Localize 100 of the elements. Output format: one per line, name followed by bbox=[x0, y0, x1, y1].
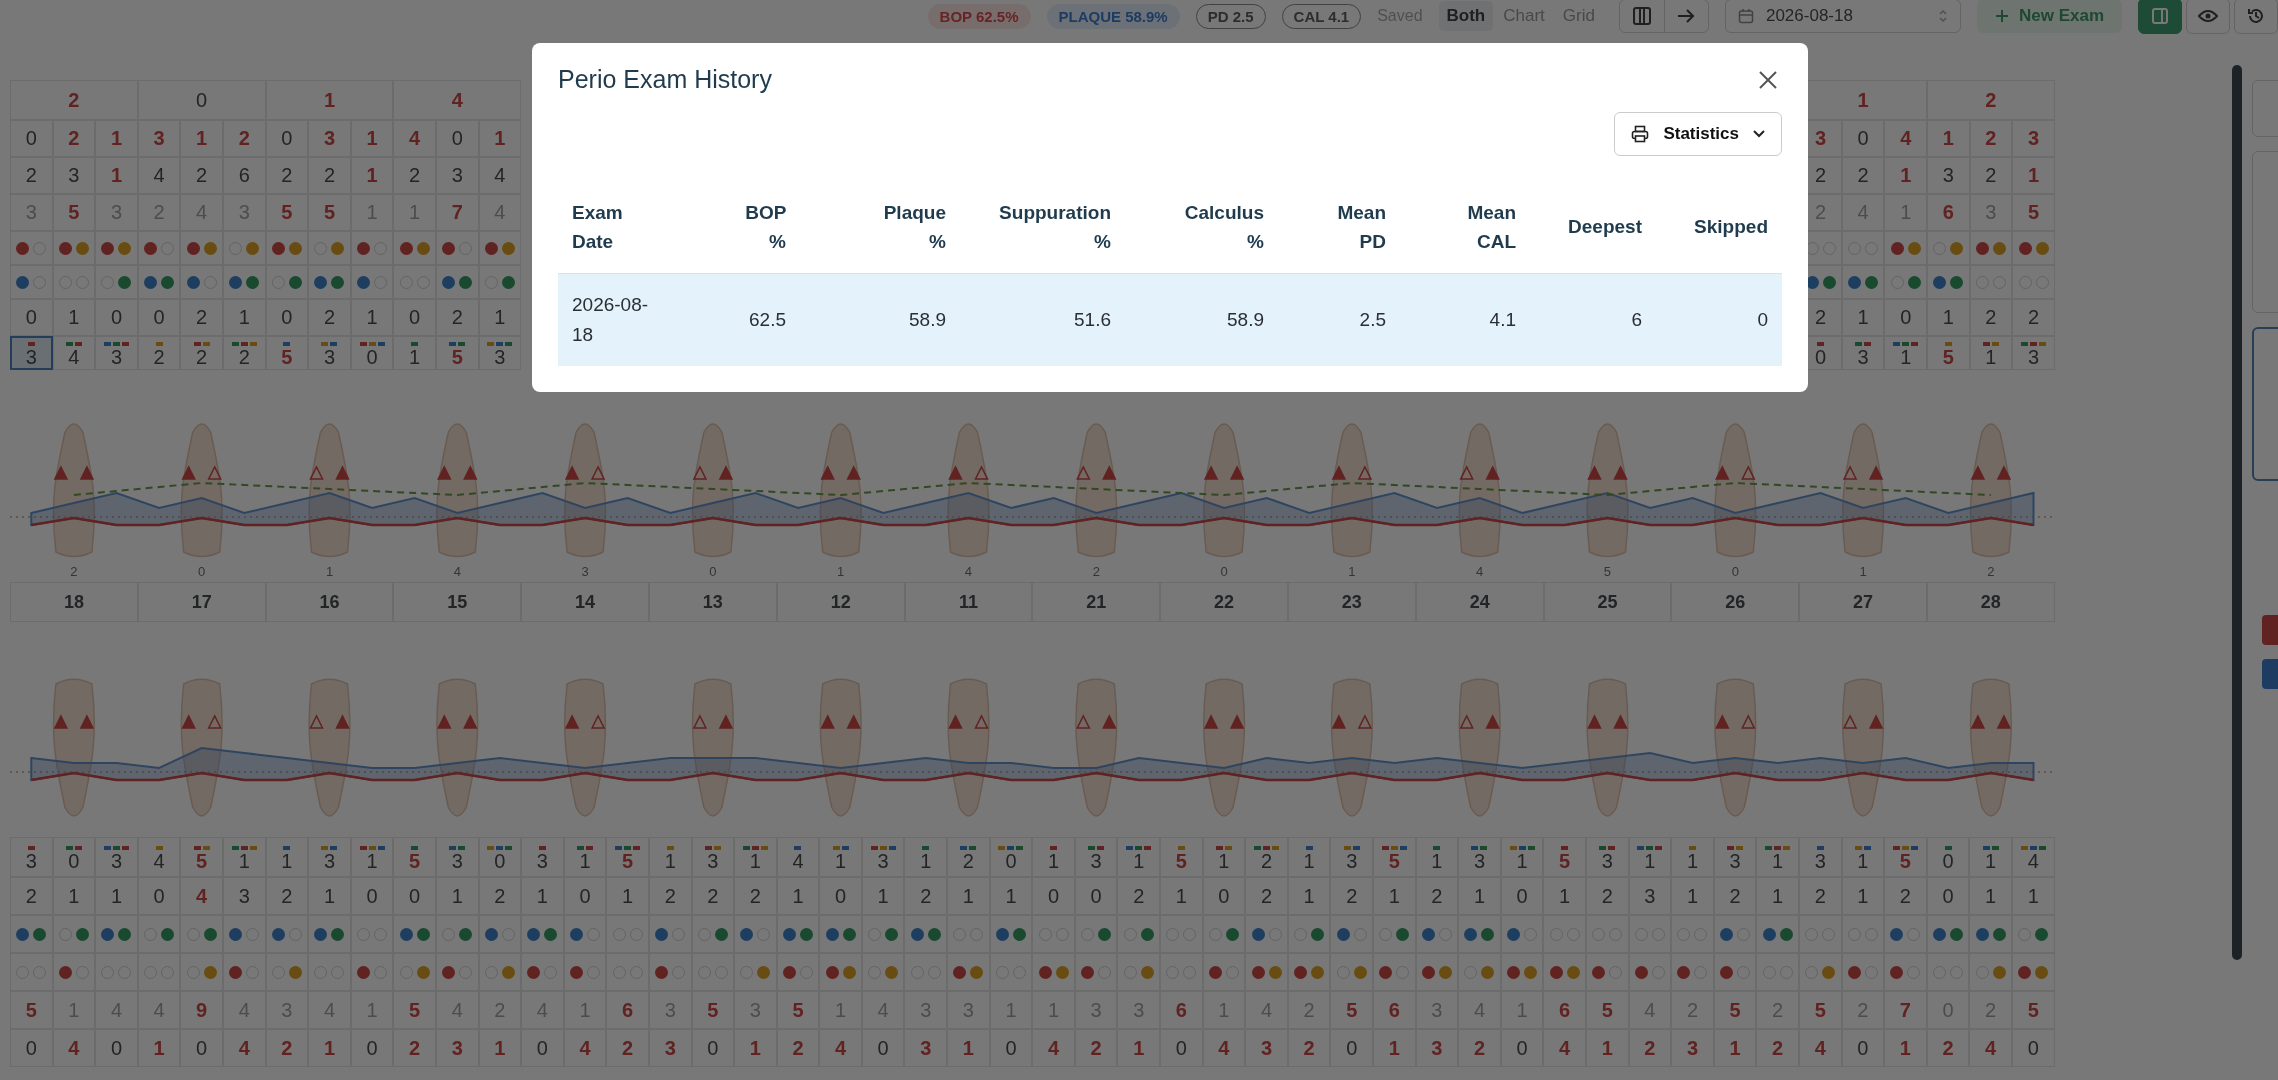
grid-cell[interactable]: 3 bbox=[1330, 837, 1373, 877]
calculus-dot[interactable] bbox=[1311, 927, 1325, 941]
grid-cell[interactable]: 3 bbox=[95, 336, 138, 370]
chart-value[interactable]: 2 bbox=[776, 1029, 820, 1067]
chart-value[interactable]: 5 bbox=[393, 991, 436, 1029]
grid-cell[interactable]: 5 bbox=[606, 837, 649, 877]
chart-value[interactable]: 0 bbox=[2011, 1029, 2055, 1067]
view-mode-tab[interactable]: Both bbox=[1438, 1, 1494, 31]
chart-value[interactable]: 6 bbox=[1543, 991, 1586, 1029]
side-tab[interactable] bbox=[2252, 327, 2278, 481]
chart-value[interactable]: 1 bbox=[1841, 299, 1885, 336]
bleeding-dot[interactable] bbox=[953, 965, 967, 979]
chart-value[interactable]: 2 bbox=[904, 877, 948, 915]
tooth-number[interactable]: 13 bbox=[649, 582, 777, 622]
grid-cell[interactable]: 1 bbox=[1415, 837, 1459, 877]
chart-value[interactable]: 1 bbox=[308, 877, 351, 915]
calculus-dot[interactable] bbox=[1907, 275, 1921, 289]
chart-value[interactable]: 1 bbox=[1671, 877, 1714, 915]
grid-cell[interactable]: 3 bbox=[95, 837, 138, 877]
chart-value[interactable]: 0 bbox=[1926, 877, 1970, 915]
grid-cell[interactable]: 1 bbox=[350, 837, 394, 877]
suppuration-dot[interactable] bbox=[1438, 965, 1452, 979]
chart-value[interactable]: 4 bbox=[137, 157, 181, 194]
chart-value[interactable]: 4 bbox=[563, 1029, 607, 1067]
chart-value[interactable]: 1 bbox=[2012, 157, 2055, 194]
chart-value[interactable]: 1 bbox=[1117, 1029, 1161, 1067]
grid-cell[interactable]: 2 bbox=[1245, 837, 1288, 877]
grid-cell[interactable]: 1 bbox=[265, 837, 309, 877]
suppuration-dot[interactable] bbox=[1907, 241, 1921, 255]
suppuration-dot[interactable] bbox=[1992, 965, 2006, 979]
calculus-dot[interactable] bbox=[416, 927, 430, 941]
bleeding-dot[interactable] bbox=[1549, 965, 1563, 979]
chart-value[interactable]: 2 bbox=[1330, 877, 1373, 915]
chart-value[interactable]: 1 bbox=[947, 1029, 990, 1067]
chart-value[interactable]: 0 bbox=[861, 1029, 905, 1067]
chart-value[interactable]: 5 bbox=[308, 194, 351, 231]
grid-cell[interactable]: 1 bbox=[1671, 837, 1714, 877]
chart-value[interactable]: 1 bbox=[1756, 877, 1799, 915]
chart-value[interactable]: 4 bbox=[180, 877, 223, 915]
grid-cell[interactable]: 1 bbox=[904, 837, 948, 877]
suppuration-dot[interactable] bbox=[1524, 965, 1538, 979]
plaque-dot[interactable] bbox=[1421, 927, 1435, 941]
chart-value[interactable]: 2 bbox=[1884, 877, 1927, 915]
chart-value[interactable]: 7 bbox=[1884, 991, 1927, 1029]
history-button[interactable] bbox=[2234, 0, 2278, 34]
chart-value[interactable]: 1 bbox=[2011, 877, 2055, 915]
chart-value[interactable]: 2 bbox=[648, 877, 692, 915]
suppuration-dot[interactable] bbox=[501, 241, 515, 255]
grid-cell[interactable]: 1 bbox=[648, 837, 692, 877]
chart-value[interactable]: 2 bbox=[1074, 1029, 1118, 1067]
chart-value[interactable]: 2 bbox=[1628, 1029, 1672, 1067]
grid-cell[interactable]: 3 bbox=[1798, 837, 1842, 877]
plaque-dot[interactable] bbox=[570, 927, 583, 941]
chart-value[interactable]: 2 bbox=[10, 157, 53, 194]
chart-value[interactable]: 1 bbox=[1373, 1029, 1416, 1067]
chart-value[interactable]: 3 bbox=[1671, 1029, 1714, 1067]
plaque-dot[interactable] bbox=[186, 275, 200, 289]
tooth-number[interactable]: 17 bbox=[137, 582, 266, 622]
chart-value[interactable]: 1 bbox=[1585, 1029, 1629, 1067]
calculus-dot[interactable] bbox=[1225, 927, 1239, 941]
chart-value[interactable]: 1 bbox=[1927, 120, 1970, 157]
bleeding-dot[interactable] bbox=[357, 965, 371, 979]
tooth-number[interactable]: 27 bbox=[1799, 582, 1927, 622]
tooth-number[interactable]: 25 bbox=[1543, 582, 1672, 622]
grid-cell[interactable]: 1 bbox=[1969, 336, 2013, 370]
suppuration-dot[interactable] bbox=[1992, 241, 2006, 255]
chart-value[interactable]: 7 bbox=[435, 194, 479, 231]
calculus-dot[interactable] bbox=[2035, 927, 2049, 941]
tooth-number[interactable]: 22 bbox=[1160, 582, 1288, 622]
chart-value[interactable]: 0 bbox=[1841, 120, 1885, 157]
tooth-number[interactable]: 21 bbox=[1032, 582, 1161, 622]
grid-cell[interactable]: 1 bbox=[734, 837, 777, 877]
chart-value[interactable]: 1 bbox=[1373, 877, 1416, 915]
chart-value[interactable]: 2 bbox=[222, 120, 266, 157]
grid-cell[interactable]: 5 bbox=[1927, 336, 1970, 370]
grid-cell[interactable]: 1 bbox=[819, 837, 862, 877]
chart-value[interactable]: 4 bbox=[1032, 1029, 1075, 1067]
chart-value[interactable]: 4 bbox=[1884, 120, 1927, 157]
bleeding-dot[interactable] bbox=[101, 241, 115, 255]
chart-value[interactable]: 6 bbox=[1160, 991, 1203, 1029]
chart-value[interactable]: 0 bbox=[350, 1029, 394, 1067]
chart-value[interactable]: 0 bbox=[1500, 1029, 1544, 1067]
chart-value[interactable]: 1 bbox=[350, 299, 394, 336]
chart-value[interactable]: 2 bbox=[52, 120, 96, 157]
chart-value[interactable]: 0 bbox=[95, 299, 138, 336]
suppuration-dot[interactable] bbox=[246, 241, 260, 255]
grid-cell[interactable]: 5 bbox=[1160, 837, 1203, 877]
suppuration-dot[interactable] bbox=[970, 965, 984, 979]
bleeding-dot[interactable] bbox=[1081, 965, 1095, 979]
grid-cell[interactable]: 1 bbox=[1287, 837, 1331, 877]
bleeding-dot[interactable] bbox=[1720, 965, 1734, 979]
chart-value[interactable]: 9 bbox=[180, 991, 223, 1029]
chart-value[interactable]: 4 bbox=[222, 1029, 266, 1067]
suppuration-dot[interactable] bbox=[416, 965, 430, 979]
calculus-dot[interactable] bbox=[1012, 927, 1026, 941]
calculus-dot[interactable] bbox=[161, 927, 175, 941]
calculus-dot[interactable] bbox=[1950, 927, 1963, 941]
grid-cell[interactable]: 1 bbox=[1841, 837, 1885, 877]
bleeding-dot[interactable] bbox=[570, 965, 583, 979]
tooth-number[interactable]: 14 bbox=[521, 582, 649, 622]
